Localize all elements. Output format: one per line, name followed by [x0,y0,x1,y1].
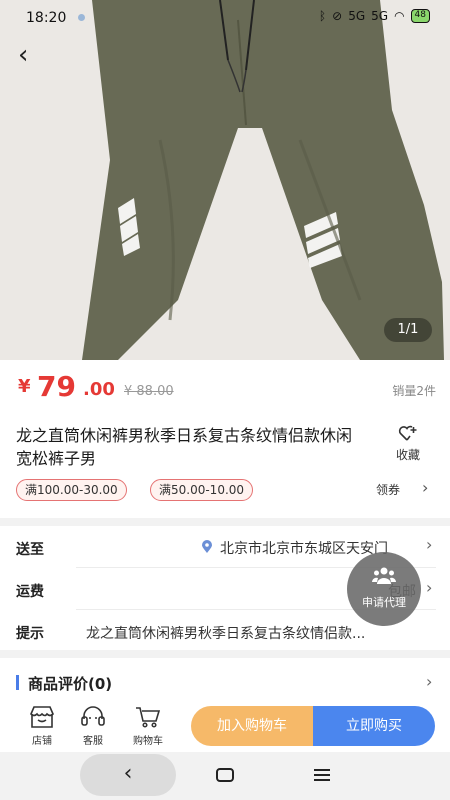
sales-count: 销量2件 [392,384,436,398]
product-detail-page: 18:20 ᛒ ⊘ 5G 5G ◠ 48 ‹ 1/1 ¥ 79 .00 ¥ 88… [0,0,450,800]
people-icon [372,567,396,584]
home-nav-icon[interactable] [216,768,234,782]
chevron-right-icon[interactable]: › [426,535,432,554]
apply-agent-label: 申请代理 [362,596,406,609]
favorite-button[interactable]: 收藏 [388,424,428,463]
chevron-right-icon[interactable]: › [422,478,428,497]
battery-icon: 48 [410,9,430,23]
chevron-right-icon[interactable]: › [426,578,432,597]
shop-label: 店铺 [32,736,52,747]
favorite-label: 收藏 [395,448,420,462]
service-button[interactable]: 客服 [73,705,113,747]
status-bar: 18:20 ᛒ ⊘ 5G 5G ◠ 48 [0,0,450,38]
price-decimal: .00 [83,379,115,400]
headset-icon [81,706,105,726]
notification-dot [78,14,85,21]
status-icons: ᛒ ⊘ 5G 5G ◠ 48 [319,9,430,23]
signal-2-icon: 5G [371,9,389,23]
product-image[interactable]: 18:20 ᛒ ⊘ 5G 5G ◠ 48 ‹ 1/1 [0,0,450,360]
image-counter: 1/1 [384,318,432,342]
back-icon[interactable]: ‹ [18,42,42,70]
review-title: 商品评价(0) [28,675,113,693]
pants-illustration [82,0,444,360]
cart-label: 购物车 [133,736,163,747]
buy-now-button[interactable]: 立即购买 [313,706,435,746]
tip-value: 龙之直筒休闲裤男秋季日系复古条纹情侣款... [86,626,366,642]
apply-agent-button[interactable]: 申请代理 [347,552,421,626]
coupon-tag[interactable]: 满100.00-30.00 [16,479,127,501]
shop-button[interactable]: 店铺 [22,705,62,747]
service-label: 客服 [83,736,103,747]
add-to-cart-button[interactable]: 加入购物车 [191,706,313,746]
chevron-right-icon[interactable]: › [426,672,432,691]
price-integer: 79 [37,370,76,403]
nav-back-icon[interactable]: ‹ [80,754,176,796]
shop-icon [30,706,54,728]
original-price: ¥ 88.00 [124,384,174,399]
coupon-tag[interactable]: 满50.00-10.00 [150,479,254,501]
cart-icon [136,707,161,728]
menu-nav-icon[interactable] [314,769,330,781]
wifi-icon: ◠ [394,9,405,23]
bluetooth-icon: ᛒ [318,9,327,23]
claim-coupon-link[interactable]: 领券 [376,481,400,498]
cart-button[interactable]: 购物车 [128,705,168,747]
price-currency: ¥ [18,376,31,397]
location-icon [202,540,212,553]
status-time: 18:20 [26,10,67,26]
product-title: 龙之直筒休闲裤男秋季日系复古条纹情侣款休闲宽松裤子男 [16,426,353,468]
shipping-fee-label: 运费 [16,584,44,600]
ship-to-address[interactable]: 北京市北京市东城区天安门 [220,538,388,558]
tip-label: 提示 [16,626,44,642]
signal-1-icon: 5G [348,9,366,23]
mute-icon: ⊘ [332,9,343,23]
ship-to-label: 送至 [16,542,44,558]
heart-plus-icon [388,424,428,444]
section-accent-bar [16,675,19,690]
